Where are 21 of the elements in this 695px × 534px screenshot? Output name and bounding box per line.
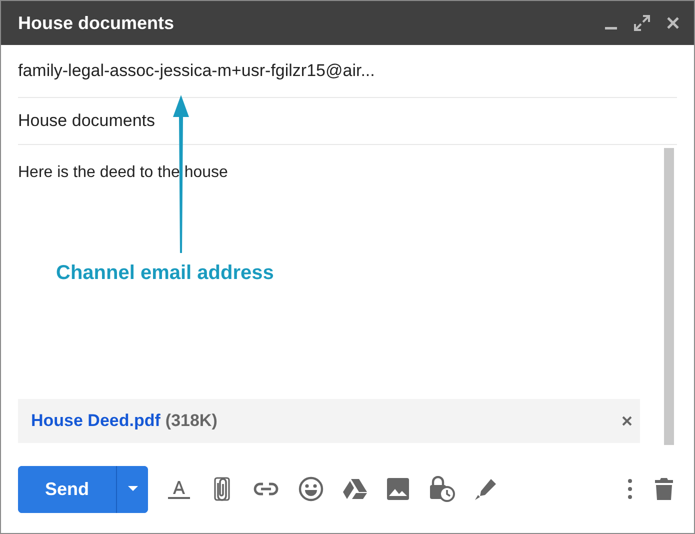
attachment-name[interactable]: House Deed.pdf xyxy=(31,408,160,434)
attachment-chip[interactable]: House Deed.pdf (318K) xyxy=(18,399,640,443)
expand-icon[interactable] xyxy=(634,15,650,31)
pen-icon[interactable] xyxy=(474,477,498,501)
remove-icon[interactable] xyxy=(622,416,632,426)
annotation-label: Channel email address xyxy=(56,261,274,286)
message-body[interactable]: Here is the deed to the house xyxy=(18,164,228,181)
close-icon[interactable] xyxy=(666,16,680,30)
subject-field[interactable]: House documents xyxy=(18,108,156,134)
triangle-icon[interactable] xyxy=(343,478,367,500)
smiley-icon[interactable] xyxy=(298,476,324,502)
scrollbar[interactable] xyxy=(664,148,674,445)
caret-icon xyxy=(128,486,138,492)
attachment-size: (318K) xyxy=(165,410,218,432)
image-icon[interactable] xyxy=(386,477,410,501)
more-options-icon[interactable] xyxy=(628,479,632,499)
trash-icon[interactable] xyxy=(654,477,674,501)
send-options-button[interactable] xyxy=(116,466,148,512)
recipient-field[interactable]: family-legal-assoc-jessica-m+usr-fgilzr15@air... xyxy=(18,58,375,84)
window-title: House documents xyxy=(18,12,174,34)
lock-clock-icon[interactable] xyxy=(429,476,455,502)
